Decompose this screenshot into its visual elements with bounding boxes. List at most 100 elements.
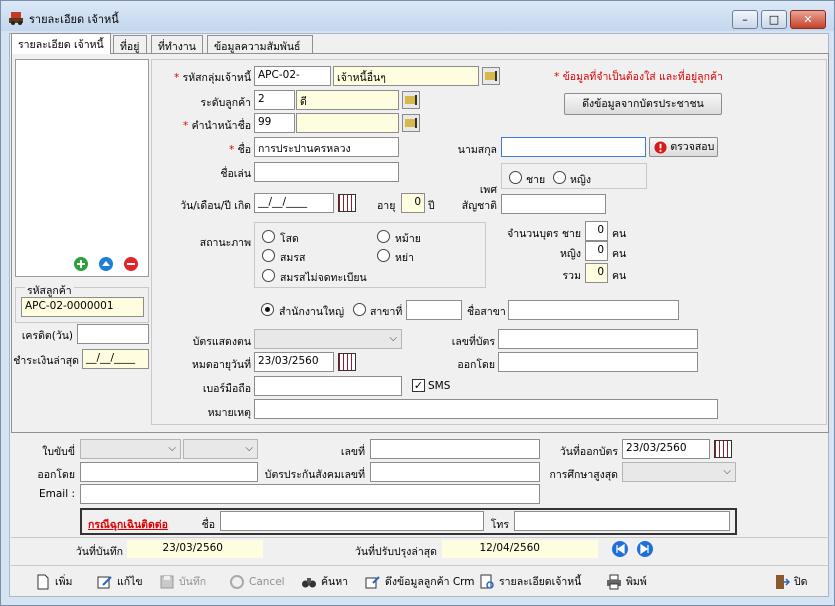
photo-box[interactable]: [15, 59, 149, 277]
print-button[interactable]: พิมพ์: [606, 571, 647, 593]
credit-label: เครดิต(วัน): [21, 330, 73, 342]
upload-photo-icon[interactable]: [98, 256, 114, 272]
add-button-label: เพิ่ม: [55, 576, 73, 588]
education-select[interactable]: ⌵: [622, 462, 736, 482]
lower-issued-by-field[interactable]: [80, 462, 258, 482]
crm-fetch-button-label: ดึงข้อมูลลูกค้า Crm: [385, 576, 475, 588]
creditor-group-lookup-button[interactable]: [482, 67, 500, 85]
license-type-select[interactable]: ⌵: [80, 439, 181, 459]
children-total-field: 0: [585, 263, 608, 283]
save-button-label: บันทึก: [179, 576, 207, 588]
close-button[interactable]: ปิด: [774, 571, 807, 593]
creditor-group-code-field[interactable]: APC-02-: [254, 66, 331, 86]
branch-name-field[interactable]: [508, 300, 679, 320]
issue-date-field[interactable]: 23/03/2560: [622, 439, 710, 459]
card-issued-by-field[interactable]: [498, 352, 698, 372]
save-icon: [160, 575, 174, 589]
remove-photo-icon[interactable]: [123, 256, 139, 272]
nationality-field[interactable]: [501, 194, 606, 214]
calendar-icon[interactable]: [338, 194, 356, 212]
note-field[interactable]: [254, 399, 718, 419]
first-record-icon[interactable]: [611, 540, 629, 558]
add-button[interactable]: เพิ่ม: [35, 571, 72, 593]
app-icon: [9, 12, 23, 25]
head-office-radio[interactable]: [261, 303, 274, 316]
emergency-name-label: ชื่อ: [201, 519, 215, 531]
close-window-button[interactable]: ✕: [790, 10, 826, 29]
edit-button[interactable]: แก้ไข: [97, 571, 143, 593]
creditor-detail-button[interactable]: รายละเอียดเจ้าหนี้: [479, 571, 581, 593]
crm-icon: [365, 576, 380, 589]
mobile-field[interactable]: [254, 376, 402, 396]
status-unregistered-radio[interactable]: [262, 269, 275, 282]
tab-details[interactable]: รายละเอียด เจ้าหนี้: [11, 33, 111, 54]
emergency-name-field[interactable]: [220, 511, 484, 531]
last-payment-field[interactable]: __/__/____: [82, 349, 149, 369]
emergency-phone-field[interactable]: [514, 511, 730, 531]
expire-date-field[interactable]: 23/03/2560: [254, 352, 334, 372]
tab-relationship[interactable]: ข้อมูลความสัมพันธ์: [207, 35, 313, 53]
updated-date-label: วันที่ปรับปรุงล่าสุด: [355, 546, 437, 558]
id-document-select[interactable]: ⌵: [254, 329, 402, 349]
head-office-label: สำนักงานใหญ่: [279, 306, 345, 318]
status-single-radio[interactable]: [262, 230, 275, 243]
calendar-icon[interactable]: [338, 353, 356, 371]
gender-male-radio[interactable]: [509, 171, 522, 184]
expire-date-label: หมดอายุวันที่: [191, 359, 251, 371]
dob-field[interactable]: __/__/____: [254, 193, 334, 213]
emergency-phone-label: โทร: [490, 519, 509, 531]
branch-radio[interactable]: [353, 303, 366, 316]
prefix-label-text: คำนำหน้าชื่อ: [191, 120, 251, 132]
email-field[interactable]: [80, 484, 540, 504]
add-photo-icon[interactable]: [73, 256, 89, 272]
customer-level-lookup-button[interactable]: [402, 91, 420, 109]
cancel-button[interactable]: Cancel: [229, 571, 285, 593]
updated-date-value: 12/04/2560: [442, 540, 598, 558]
lookup-icon: [485, 71, 497, 81]
sms-checkbox[interactable]: ✓: [412, 379, 425, 392]
license-number-field[interactable]: [370, 439, 540, 459]
save-button[interactable]: บันทึก: [159, 571, 206, 593]
children-female-label: หญิง: [560, 248, 581, 260]
status-widowed-radio[interactable]: [377, 230, 390, 243]
surname-field[interactable]: [501, 137, 646, 157]
first-name-field[interactable]: การประปานครหลวง: [254, 137, 399, 157]
card-number-field[interactable]: [498, 329, 698, 349]
chevron-down-icon: ⌵: [245, 443, 253, 454]
social-security-field[interactable]: [370, 462, 540, 482]
gender-label: เพศ: [479, 184, 497, 196]
check-name-button[interactable]: ตรวจสอบ: [649, 137, 718, 157]
window-title: รายละเอียด เจ้าหนี้: [29, 13, 119, 26]
children-male-unit: คน: [612, 228, 627, 240]
search-button[interactable]: ค้นหา: [301, 571, 348, 593]
crm-fetch-button[interactable]: ดึงข้อมูลลูกค้า Crm: [365, 571, 475, 593]
gender-female-radio[interactable]: [553, 171, 566, 184]
prefix-name-field: [296, 113, 399, 133]
children-male-field[interactable]: 0: [585, 221, 608, 241]
minimize-button[interactable]: –: [732, 10, 758, 29]
age-unit: ปี: [428, 200, 435, 212]
surname-label: นามสกุล: [457, 144, 497, 156]
prefix-lookup-button[interactable]: [402, 114, 420, 132]
mobile-label: เบอร์มือถือ: [202, 383, 251, 395]
nickname-field[interactable]: [254, 162, 399, 182]
tab-address[interactable]: ที่อยู่: [113, 35, 147, 53]
customer-code-field[interactable]: APC-02-0000001: [21, 297, 144, 317]
read-id-card-button[interactable]: ดึงข้อมูลจากบัตรประชาชน: [564, 93, 722, 115]
customer-level-code-field[interactable]: 2: [254, 90, 295, 110]
children-female-field[interactable]: 0: [585, 241, 608, 261]
prefix-code-field[interactable]: 99: [254, 113, 295, 133]
tab-workplace[interactable]: ที่ทำงาน: [151, 35, 203, 53]
license-class-select[interactable]: ⌵: [183, 439, 258, 459]
maximize-button[interactable]: □: [761, 10, 787, 29]
status-divorced-radio[interactable]: [377, 249, 390, 262]
children-total-label: รวม: [562, 270, 581, 282]
branch-number-field[interactable]: [406, 300, 462, 320]
status-married-radio[interactable]: [262, 249, 275, 262]
last-record-icon[interactable]: [636, 540, 654, 558]
new-document-icon: [37, 574, 49, 590]
email-label: Email :: [38, 488, 75, 500]
calendar-icon[interactable]: [714, 440, 732, 458]
credit-days-field[interactable]: [77, 324, 149, 344]
binoculars-icon: [302, 578, 316, 588]
